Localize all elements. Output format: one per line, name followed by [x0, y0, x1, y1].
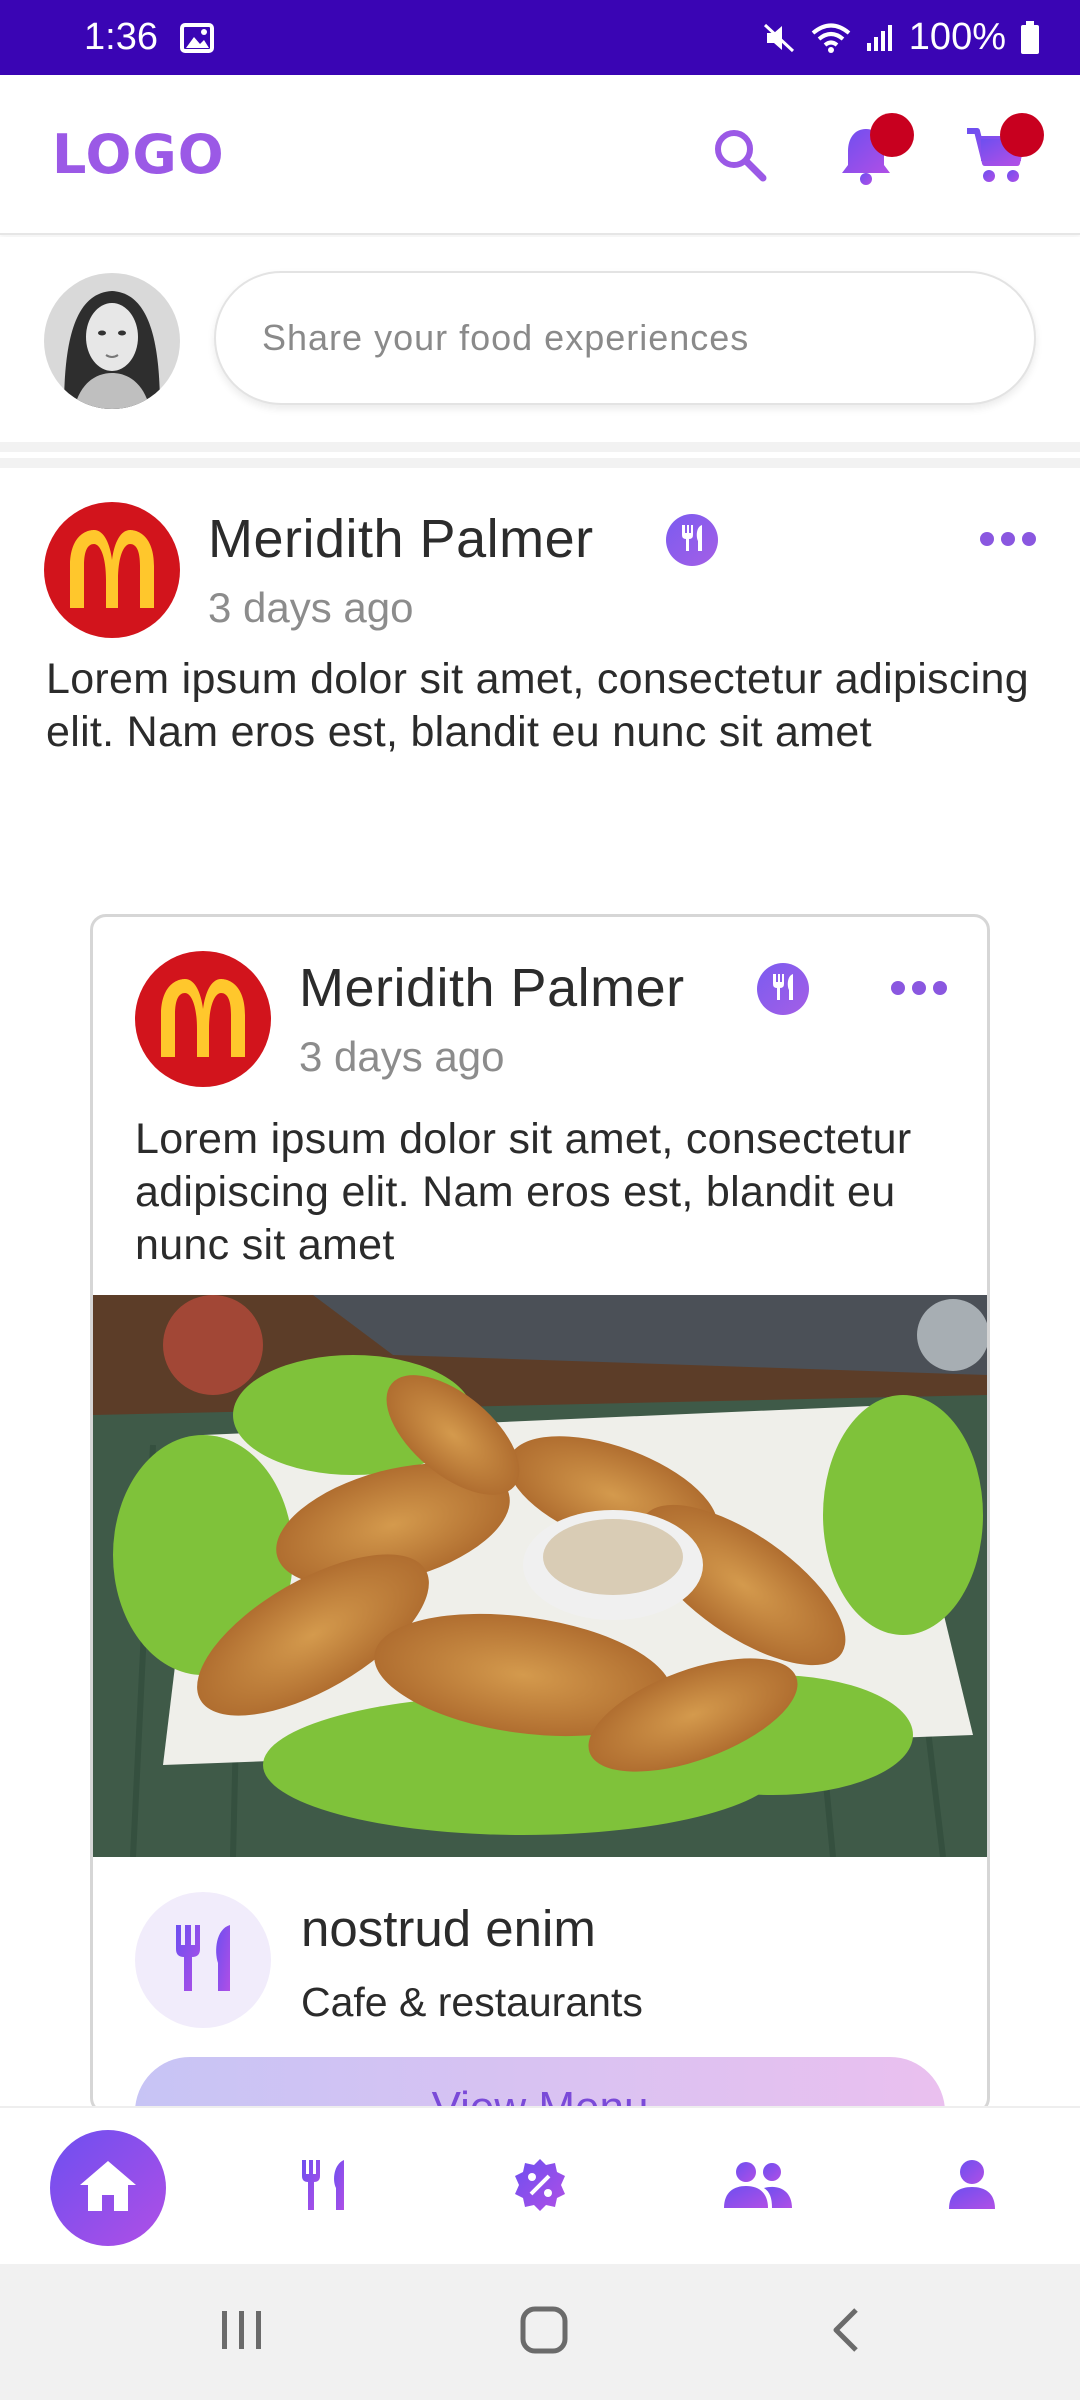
- notifications-button[interactable]: [826, 113, 914, 197]
- shared-post-card[interactable]: Meridith Palmer 3 days ago Lorem ipsum d…: [90, 914, 990, 2114]
- battery-percent: 100%: [908, 16, 1006, 58]
- verified-badge: [666, 514, 718, 566]
- share-input[interactable]: Share your food experiences: [214, 271, 1036, 405]
- back-button[interactable]: [766, 2264, 926, 2400]
- shared-author-avatar[interactable]: [135, 951, 271, 1087]
- status-bar: 1:36 100%: [0, 0, 1080, 75]
- food-image[interactable]: [93, 1295, 987, 1857]
- fork-knife-icon: [170, 1923, 236, 1998]
- nav-profile[interactable]: [902, 2108, 1042, 2266]
- post-text: Lorem ipsum dolor sit amet, consectetur …: [46, 655, 1029, 756]
- shared-verified-badge: [757, 963, 809, 1015]
- nav-restaurants[interactable]: [254, 2108, 394, 2266]
- wifi-icon: [811, 22, 851, 54]
- battery-icon: [1020, 20, 1040, 55]
- back-icon: [830, 2307, 862, 2358]
- fork-knife-icon: [769, 972, 797, 1007]
- user-avatar[interactable]: [44, 273, 180, 409]
- signal-icon: [865, 23, 895, 53]
- fork-knife-icon: [678, 523, 706, 558]
- recent-apps-icon: [220, 2309, 264, 2356]
- logo[interactable]: LOGO: [52, 123, 225, 186]
- composer: Share your food experiences: [0, 237, 1080, 442]
- restaurant-icon: [300, 2158, 348, 2217]
- community-icon: [722, 2160, 794, 2215]
- post-author-name[interactable]: Meridith Palmer: [208, 508, 594, 570]
- status-time: 1:36: [84, 16, 158, 58]
- recent-apps-button[interactable]: [162, 2264, 322, 2400]
- post-more-button[interactable]: [980, 532, 1036, 546]
- gallery-icon: [179, 22, 214, 53]
- home-button[interactable]: [464, 2264, 624, 2400]
- bottom-navigation: [0, 2106, 1080, 2264]
- search-button[interactable]: [700, 117, 780, 197]
- nav-community[interactable]: [688, 2108, 828, 2266]
- shared-post-text: Lorem ipsum dolor sit amet, consectetur …: [135, 1115, 912, 1269]
- post-author-avatar[interactable]: [44, 502, 180, 638]
- search-icon: [711, 126, 769, 189]
- cart-button[interactable]: [956, 113, 1044, 197]
- shared-more-button[interactable]: [891, 981, 947, 995]
- section-divider: [0, 442, 1080, 468]
- share-input-placeholder: Share your food experiences: [262, 317, 750, 358]
- app-header: LOGO: [0, 75, 1080, 235]
- profile-icon: [947, 2159, 997, 2216]
- restaurant-icon-circle: [135, 1892, 271, 2028]
- nav-home[interactable]: [50, 2130, 166, 2246]
- shared-post-time: 3 days ago: [299, 1033, 505, 1080]
- offers-icon: [512, 2157, 568, 2218]
- shared-author-name[interactable]: Meridith Palmer: [299, 957, 685, 1019]
- restaurant-name[interactable]: nostrud enim: [301, 1899, 596, 1958]
- cart-badge: [1000, 113, 1044, 157]
- post-time: 3 days ago: [208, 584, 414, 631]
- home-icon: [78, 2159, 138, 2218]
- notification-badge: [870, 113, 914, 157]
- system-navigation: [0, 2264, 1080, 2400]
- nav-offers[interactable]: [470, 2108, 610, 2266]
- restaurant-category: Cafe & restaurants: [301, 1979, 643, 2025]
- home-button-icon: [520, 2306, 568, 2359]
- mute-icon: [763, 21, 797, 55]
